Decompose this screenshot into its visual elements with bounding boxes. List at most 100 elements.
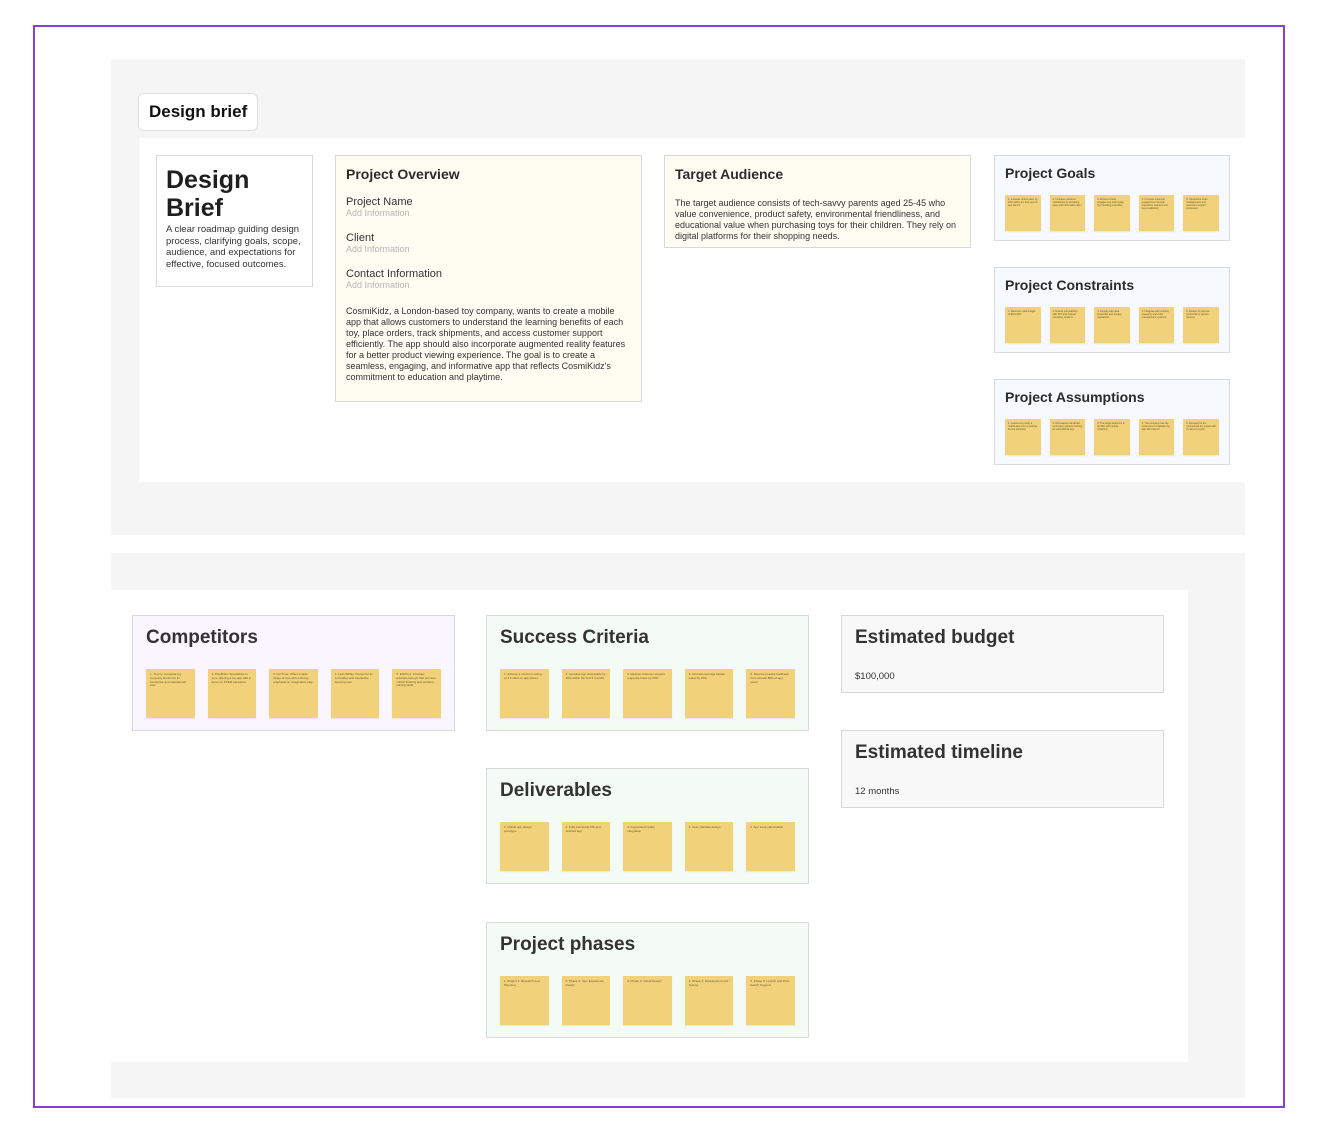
sticky-note-text: 1. Customers prefer a mobile app over a …	[1008, 422, 1038, 431]
project-goals-card[interactable]: Project Goals 1. Increase online sales b…	[994, 155, 1230, 241]
sticky-note[interactable]: 1. Customers prefer a mobile app over a …	[1005, 419, 1041, 455]
deliverables-title: Deliverables	[500, 780, 612, 801]
deliverables-card[interactable]: Deliverables 1. Mobile app design protot…	[486, 768, 809, 884]
sticky-note-text: 3. Reduce customer support response time…	[627, 672, 665, 680]
sticky-note[interactable]: 2. Fully functional iOS and Android app	[561, 822, 611, 871]
sticky-note-text: 3. The target audience is familiar with …	[1097, 422, 1125, 431]
project-phases-title: Project phases	[500, 934, 636, 955]
sticky-note-text: 3. Comply with data protection and priva…	[1097, 310, 1122, 319]
sticky-note[interactable]: 1. Mobile app design prototype	[500, 822, 549, 871]
estimated-timeline-value: 12 months	[855, 786, 900, 797]
sticky-note-text: 4. Increase customer engagement through …	[1141, 198, 1168, 210]
sticky-note[interactable]: 3. Augmented reality integration	[623, 822, 672, 871]
sticky-note[interactable]: 3. Comply with data protection and priva…	[1094, 307, 1130, 343]
sticky-note-text: 2. Fully functional iOS and Android app	[565, 825, 601, 833]
sticky-note[interactable]: 3. FunTime: Offers a wide range of toys …	[269, 669, 318, 718]
sticky-note[interactable]: 1. Achieve a minimum rating of 4.5 stars…	[500, 669, 549, 718]
sticky-note-text: 5. Receive positive feedback from at lea…	[750, 672, 789, 684]
sticky-note-text: 2. Phase 2: User Experience Design	[565, 979, 604, 987]
competitors-title: Competitors	[146, 627, 258, 648]
target-audience-body: The target audience consists of tech-sav…	[675, 198, 956, 241]
sticky-note[interactable]: 4. Integrate with existing inventory and…	[1138, 307, 1175, 343]
estimated-timeline-card[interactable]: Estimated timeline 12 months	[841, 730, 1164, 808]
sticky-note-text: 2. Increase app downloads by 30% within …	[565, 672, 606, 680]
sticky-note-text: 5. Demand for the educational toy market…	[1186, 422, 1216, 431]
sticky-note[interactable]: 5. EduToys: Provides educational toys th…	[392, 669, 441, 718]
sticky-note[interactable]: 4. The company has the resources to main…	[1138, 419, 1175, 455]
sticky-note-text: 4. User interface design	[688, 825, 721, 829]
sticky-note-text: 1. Increase online sales by 20% within t…	[1008, 198, 1038, 207]
sticky-note-text: 2. PlayBrain: Specializes in toys, offer…	[211, 672, 251, 684]
sticky-note[interactable]: 4. Increase average basket value by 15%	[684, 669, 734, 718]
sticky-note-text: 5. Streamline order management and custo…	[1186, 198, 1208, 210]
sticky-note-text: 1. Maximum total budget of $100,000	[1008, 310, 1036, 316]
sticky-note-text: 5. App store optimization	[750, 825, 784, 829]
project-constraints-card[interactable]: Project Constraints 1. Maximum total bud…	[994, 267, 1230, 353]
project-assumptions-title: Project Assumptions	[1005, 389, 1145, 405]
project-name-label: Project Name	[346, 196, 413, 208]
contact-information-label: Contact Information	[346, 268, 442, 280]
sticky-note[interactable]: 5. Streamline order management and custo…	[1183, 195, 1219, 231]
sticky-note[interactable]: 1. Project 1: Research and Planning	[500, 976, 549, 1025]
sticky-note-text: 5. Design for optimal performance across…	[1186, 310, 1210, 319]
target-audience-title: Target Audience	[675, 166, 784, 182]
sticky-note-text: 5. Phase 5: Launch and Post-launch Suppo…	[750, 979, 790, 987]
sticky-note[interactable]: 4. User interface design	[684, 822, 734, 871]
estimated-budget-value: $100,000	[855, 671, 895, 682]
sticky-note[interactable]: 2. Increase customer satisfaction by pro…	[1049, 195, 1086, 231]
sticky-note[interactable]: 2. Ensure compatibility with iOS and And…	[1049, 307, 1086, 343]
sticky-note[interactable]: 2. Phase 2: User Experience Design	[561, 976, 611, 1025]
sticky-note-text: 4. Increase average basket value by 15%	[688, 672, 725, 680]
success-criteria-card[interactable]: Success Criteria 1. Achieve a minimum ra…	[486, 615, 809, 731]
section-tab-label[interactable]: Design brief	[138, 93, 259, 131]
project-overview-body: CosmiKidz, a London-based toy company, w…	[346, 306, 626, 382]
contact-information-field[interactable]: Add Information	[346, 280, 631, 290]
sticky-note-text: 1. Achieve a minimum rating of 4.5 stars…	[504, 672, 542, 680]
sticky-note-text: 5. EduToys: Provides educational toys th…	[396, 672, 436, 688]
sticky-note[interactable]: 3. Phase 3: Visual Design	[623, 976, 672, 1025]
brief-title: Design Brief	[166, 166, 250, 222]
brief-description: A clear roadmap guiding design process, …	[166, 224, 301, 270]
sticky-note[interactable]: 1. Maximum total budget of $100,000	[1005, 307, 1041, 343]
sticky-note[interactable]: 5. App store optimization	[746, 822, 795, 871]
sticky-note[interactable]: 5. Demand for the educational toy market…	[1183, 419, 1219, 455]
sticky-note[interactable]: 1. Increase online sales by 20% within t…	[1005, 195, 1041, 231]
brief-intro-card[interactable]: Design Brief A clear roadmap guiding des…	[156, 155, 313, 287]
sticky-note[interactable]: 3. The target audience is familiar with …	[1094, 419, 1130, 455]
client-field[interactable]: Add Information	[346, 244, 631, 254]
sticky-note-text: 4. The company has the resources to main…	[1141, 422, 1170, 431]
sticky-note-text: 4. Phase 4: Development and Testing	[688, 979, 729, 987]
project-goals-title: Project Goals	[1005, 165, 1096, 181]
competitors-card[interactable]: Competitors 1. Toyzzy: A popular toy com…	[132, 615, 455, 731]
sticky-note[interactable]: 2. PlayBrain: Specializes in toys, offer…	[207, 669, 257, 718]
success-criteria-title: Success Criteria	[500, 627, 649, 648]
estimated-timeline-title: Estimated timeline	[855, 742, 1023, 763]
sticky-note[interactable]: 1. Toyzzy: A popular toy company known f…	[146, 669, 195, 718]
project-assumptions-card[interactable]: Project Assumptions 1. Customers prefer …	[994, 379, 1230, 465]
sticky-note[interactable]: 5. Receive positive feedback from at lea…	[746, 669, 795, 718]
target-audience-card[interactable]: Target Audience The target audience cons…	[664, 155, 971, 248]
sticky-note[interactable]: 3. Reduce customer support response time…	[623, 669, 672, 718]
estimated-budget-title: Estimated budget	[855, 627, 1015, 648]
sticky-note-text: 3. Augmented reality integration	[627, 825, 655, 833]
project-constraints-title: Project Constraints	[1005, 277, 1135, 293]
sticky-note-text: 1. Mobile app design prototype	[504, 825, 532, 833]
sticky-note[interactable]: 2. AR features will attract tech-savvy p…	[1049, 419, 1086, 455]
project-overview-title: Project Overview	[346, 166, 460, 182]
sticky-note[interactable]: 5. Design for optimal performance across…	[1183, 307, 1219, 343]
sticky-note[interactable]: 4. Phase 4: Development and Testing	[684, 976, 734, 1025]
sticky-note[interactable]: 5. Phase 5: Launch and Post-launch Suppo…	[746, 976, 795, 1025]
sticky-note-text: 1. Project 1: Research and Planning	[504, 979, 540, 987]
sticky-note-text: 1. Toyzzy: A popular toy company known f…	[150, 672, 186, 688]
project-phases-card[interactable]: Project phases 1. Project 1: Research an…	[486, 922, 809, 1038]
project-name-field[interactable]: Add Information	[346, 208, 631, 218]
sticky-note[interactable]: 4. Increase customer engagement through …	[1138, 195, 1175, 231]
sticky-note-text: 2. Increase customer satisfaction by pro…	[1052, 198, 1081, 207]
sticky-note-text: 2. Ensure compatibility with iOS and And…	[1052, 310, 1078, 319]
sticky-note[interactable]: 2. Increase app downloads by 30% within …	[561, 669, 611, 718]
sticky-note[interactable]: 3. Achieve brand engagement and loyalty …	[1094, 195, 1130, 231]
sticky-note-text: 4. Integrate with existing inventory and…	[1141, 310, 1169, 319]
project-overview-card[interactable]: Project Overview Project Name Add Inform…	[335, 155, 642, 402]
estimated-budget-card[interactable]: Estimated budget $100,000	[841, 615, 1164, 693]
sticky-note[interactable]: 4. LearnNPlay: Known for its innovative …	[330, 669, 380, 718]
